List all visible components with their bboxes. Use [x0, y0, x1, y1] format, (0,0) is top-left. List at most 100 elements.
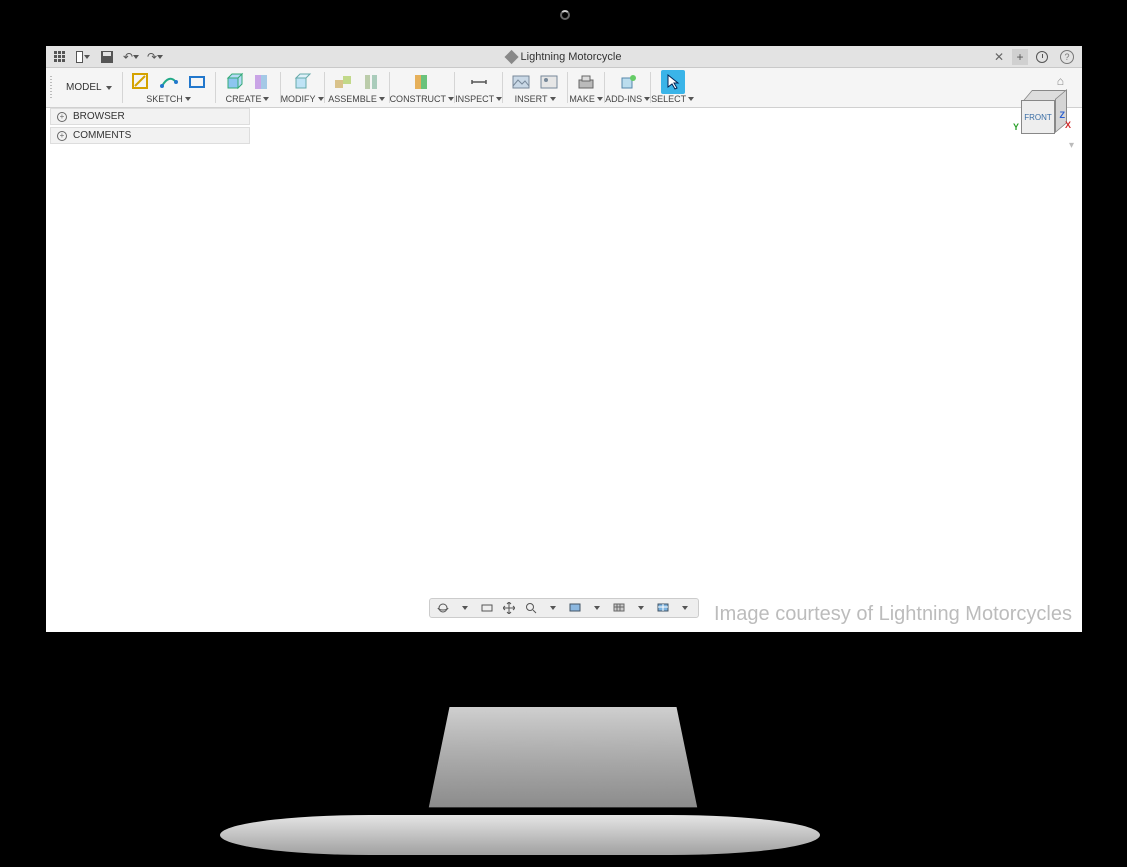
viewport-menu[interactable] [678, 601, 692, 615]
cursor-icon [663, 72, 683, 92]
zoom-menu[interactable] [546, 601, 560, 615]
file-menu-button[interactable] [76, 50, 90, 64]
viewcube: ⌂ FRONT Z X Y ▾ [1014, 74, 1074, 151]
viewcube-home-button[interactable]: ⌂ [1014, 74, 1074, 88]
ribbon-group-label[interactable]: SKETCH [146, 94, 191, 105]
sketch-rectangle-button[interactable] [185, 70, 209, 94]
ribbon-group-inspect: INSPECT [455, 68, 502, 107]
axis-y-label: Y [1013, 122, 1019, 132]
orbit-menu[interactable] [458, 601, 472, 615]
ribbon-group-label[interactable]: SELECT [651, 94, 694, 105]
viewcube-menu-button[interactable]: ▾ [1014, 140, 1074, 151]
chevron-down-icon [550, 606, 556, 610]
display-style-button[interactable] [568, 601, 582, 615]
zoom-button[interactable] [524, 601, 538, 615]
chevron-down-icon [688, 97, 694, 101]
line-icon [159, 72, 179, 92]
sketch-create-button[interactable] [129, 70, 153, 94]
viewcube-front-face[interactable]: FRONT [1021, 100, 1055, 134]
construct-plane-button[interactable] [410, 70, 434, 94]
chevron-down-icon [106, 86, 112, 90]
job-status-icon[interactable] [1036, 51, 1048, 63]
close-tab-button[interactable]: ✕ [994, 50, 1004, 64]
comments-heading[interactable]: + COMMENTS [50, 127, 250, 144]
measure-icon [469, 72, 489, 92]
grid-button[interactable] [612, 601, 626, 615]
new-tab-button[interactable]: + [1012, 49, 1028, 65]
make-3dprint-button[interactable] [574, 70, 598, 94]
expand-icon: + [57, 112, 67, 122]
sketch-pencil-icon [131, 72, 151, 92]
chevron-down-icon [682, 606, 688, 610]
insert-canvas-button[interactable] [537, 70, 561, 94]
component-icon [333, 72, 353, 92]
viewport-icon [657, 602, 669, 614]
browser-heading-text: BROWSER [73, 111, 125, 122]
modify-pushpull-button[interactable] [290, 70, 314, 94]
expand-icon: + [57, 131, 67, 141]
workspace-switcher[interactable]: MODEL [56, 68, 122, 107]
plane-icon [412, 72, 432, 92]
image-icon [511, 72, 531, 92]
display-icon [569, 602, 581, 614]
titlebar: ↶ ↷ Lightning Motorcycle ✕ + ? [46, 46, 1082, 68]
save-button[interactable] [100, 50, 114, 64]
orbit-button[interactable] [436, 601, 450, 615]
ribbon-group-create: CREATE [216, 68, 280, 107]
viewport-button[interactable] [656, 601, 670, 615]
ribbon-group-label[interactable]: ADD-INS [605, 94, 650, 105]
extrude-icon [252, 72, 272, 92]
ribbon-group-label[interactable]: CONSTRUCT [390, 94, 455, 105]
ribbon-group-modify: MODIFY [281, 68, 324, 107]
inspect-measure-button[interactable] [467, 70, 491, 94]
joint-icon [361, 72, 381, 92]
ribbon-toolbar: MODEL SKETCH [46, 68, 1082, 108]
ribbon-group-assemble: ASSEMBLE [325, 68, 389, 107]
create-box-button[interactable] [222, 70, 246, 94]
browser-panel: + BROWSER + COMMENTS [50, 108, 250, 144]
assemble-joint-button[interactable] [359, 70, 383, 94]
apps-grid-button[interactable] [52, 50, 66, 64]
zoom-icon [525, 602, 537, 614]
lookat-button[interactable] [480, 601, 494, 615]
ribbon-group-label[interactable]: INSPECT [455, 94, 502, 105]
create-extrude-button[interactable] [250, 70, 274, 94]
chevron-down-icon [133, 55, 139, 59]
viewcube-cube[interactable]: FRONT Z X Y [1021, 90, 1067, 136]
monitor-stand-base [220, 815, 820, 855]
ribbon-group-label[interactable]: CREATE [226, 94, 270, 105]
chevron-down-icon [157, 55, 163, 59]
chevron-down-icon [462, 606, 468, 610]
display-style-menu[interactable] [590, 601, 604, 615]
save-icon [101, 51, 113, 63]
pan-icon [503, 602, 515, 614]
ribbon-group-insert: INSERT [503, 68, 567, 107]
ribbon-group-label[interactable]: INSERT [515, 94, 556, 105]
document-icon [504, 49, 518, 63]
browser-heading[interactable]: + BROWSER [50, 108, 250, 125]
redo-button[interactable]: ↷ [148, 50, 162, 64]
chevron-down-icon [185, 97, 191, 101]
chevron-down-icon [550, 97, 556, 101]
ribbon-group-select: SELECT [651, 68, 694, 107]
chevron-down-icon [638, 606, 644, 610]
pan-button[interactable] [502, 601, 516, 615]
ribbon-group-addins: ADD-INS [605, 68, 650, 107]
ribbon-group-label[interactable]: MAKE [569, 94, 603, 105]
grid-menu[interactable] [634, 601, 648, 615]
ribbon-group-label[interactable]: ASSEMBLE [328, 94, 385, 105]
undo-button[interactable]: ↶ [124, 50, 138, 64]
chevron-down-icon [84, 55, 90, 59]
assemble-component-button[interactable] [331, 70, 355, 94]
addins-scripts-button[interactable] [616, 70, 640, 94]
ribbon-group-sketch: SKETCH [123, 68, 215, 107]
select-tool-button[interactable] [661, 70, 685, 94]
workspace-label: MODEL [66, 82, 102, 93]
ribbon-group-label[interactable]: MODIFY [281, 94, 324, 105]
file-icon [76, 51, 83, 63]
sketch-line-button[interactable] [157, 70, 181, 94]
addins-icon [618, 72, 638, 92]
help-button[interactable]: ? [1060, 50, 1074, 64]
insert-decal-button[interactable] [509, 70, 533, 94]
comments-heading-text: COMMENTS [73, 130, 131, 141]
